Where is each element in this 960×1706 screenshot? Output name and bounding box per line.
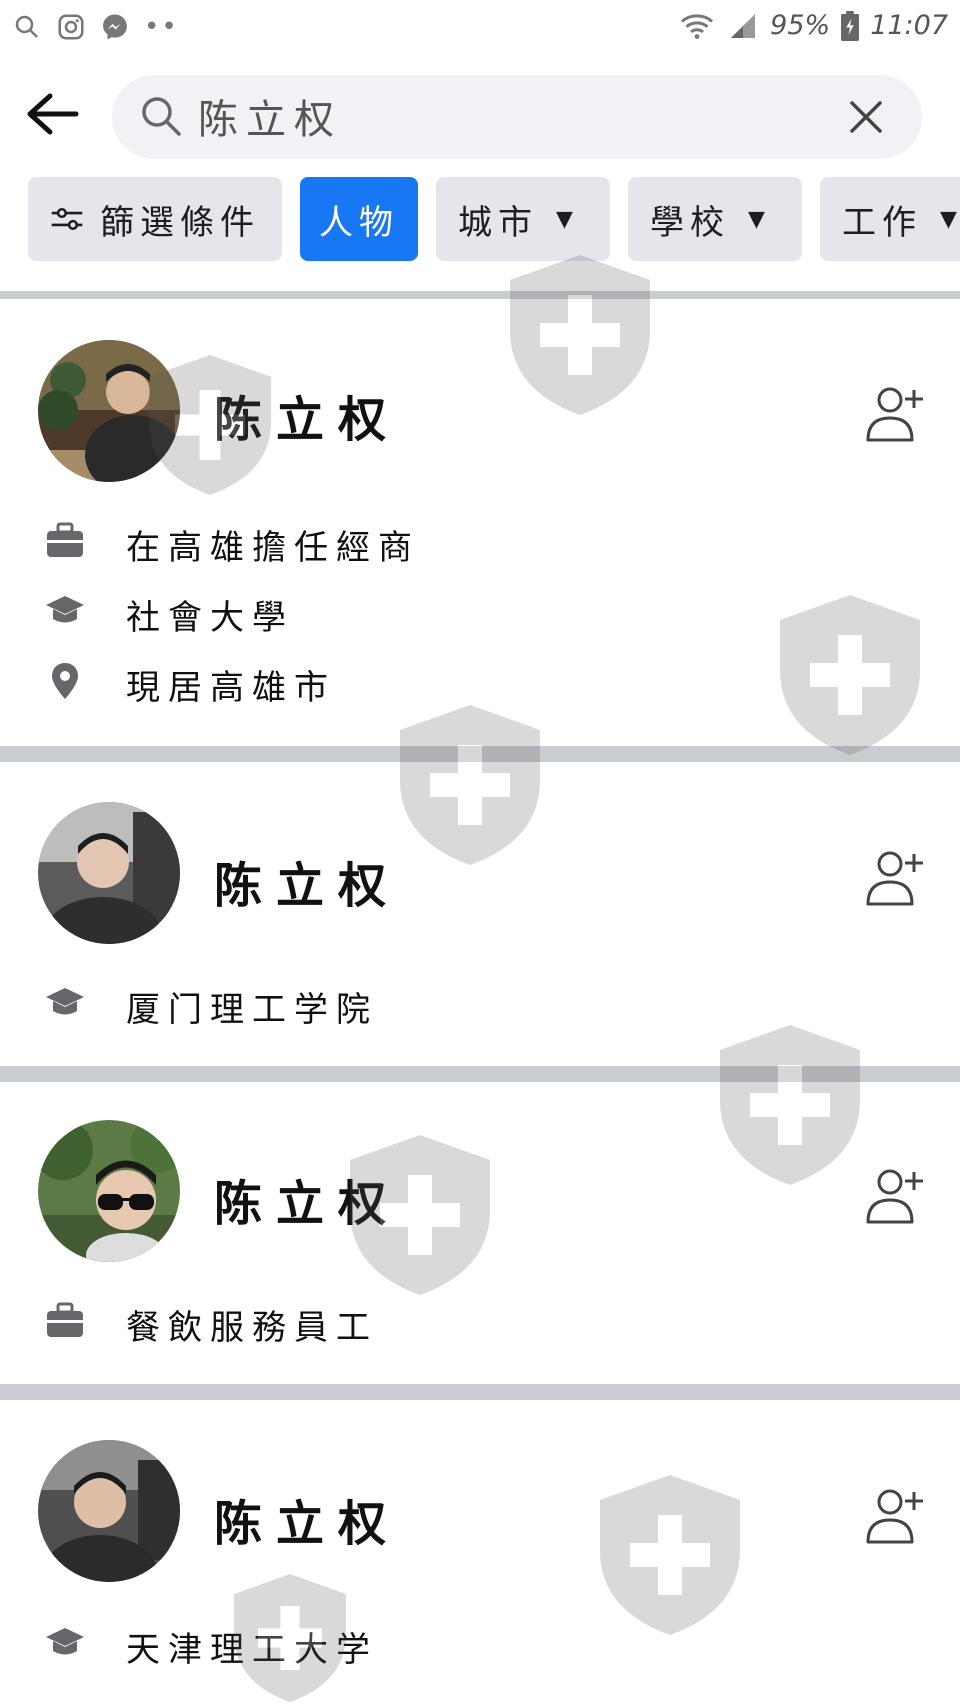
graduation-cap-icon (46, 1628, 84, 1655)
clear-search-button[interactable] (846, 97, 886, 137)
briefcase-icon (47, 1302, 83, 1337)
notification-icons: •• (12, 12, 179, 42)
filter-chips: 篩選條件 人物 城市 ▼ 學校 ▼ 工作 ▼ (28, 177, 960, 263)
instagram-icon (58, 14, 84, 40)
arrow-left-icon (27, 93, 79, 135)
add-friend-button[interactable] (864, 1484, 928, 1548)
add-friend-button[interactable] (864, 1164, 928, 1228)
work-info: 餐飲服務員工 (44, 1296, 370, 1348)
result-name[interactable]: 陈立权 (214, 1164, 400, 1234)
add-friend-button[interactable] (864, 382, 928, 446)
add-friend-icon (866, 1489, 923, 1544)
education-info: 厦门理工学院 (44, 978, 370, 1030)
more-notifications-icon: •• (144, 12, 179, 42)
school-filter-label: 學校 (650, 202, 730, 243)
section-divider (0, 1066, 960, 1082)
section-divider (0, 1384, 960, 1400)
graduation-cap-icon (46, 988, 84, 1015)
tab-people-label: 人物 (319, 202, 399, 243)
signal-icon (731, 13, 756, 38)
result-name[interactable]: 陈立权 (214, 1484, 400, 1554)
location-info: 現居高雄市 (44, 656, 328, 708)
info-text: 社會大學 (126, 598, 294, 638)
avatar[interactable] (38, 1440, 180, 1582)
avatar[interactable] (38, 802, 180, 944)
battery-charging-icon (841, 10, 860, 41)
city-filter-label: 城市 (458, 202, 538, 243)
system-status: 95% 11:07 (678, 10, 948, 41)
graduation-cap-icon (46, 596, 84, 623)
result-name[interactable]: 陈立权 (214, 380, 400, 450)
add-friend-icon (866, 387, 923, 442)
search-result-card[interactable]: 陈立权 厦门理工学院 (0, 762, 960, 1064)
add-friend-icon (866, 1169, 923, 1224)
search-header (0, 72, 960, 164)
education-info: 社會大學 (44, 586, 286, 638)
caret-down-icon: ▼ (748, 206, 771, 232)
search-input[interactable] (198, 93, 798, 139)
tab-people[interactable]: 人物 (300, 177, 418, 261)
school-filter-dropdown[interactable]: 學校 ▼ (628, 177, 802, 261)
search-bar[interactable] (112, 75, 922, 159)
search-icon (142, 97, 181, 136)
back-button[interactable] (24, 90, 86, 146)
messenger-icon (103, 14, 127, 40)
filter-button[interactable]: 篩選條件 (28, 177, 282, 261)
location-pin-icon (52, 663, 78, 699)
add-friend-button[interactable] (864, 846, 928, 910)
info-text: 在高雄擔任經商 (126, 528, 420, 568)
avatar[interactable] (38, 340, 180, 482)
avatar[interactable] (38, 1120, 180, 1262)
city-filter-dropdown[interactable]: 城市 ▼ (436, 177, 610, 261)
search-result-card[interactable]: 陈立权 天津理工大学 (0, 1400, 960, 1706)
info-text: 餐飲服務員工 (126, 1308, 378, 1348)
result-name[interactable]: 陈立权 (214, 846, 400, 916)
info-text: 現居高雄市 (126, 668, 336, 708)
section-divider (0, 291, 960, 299)
work-filter-label: 工作 (842, 202, 922, 243)
status-bar: •• 95% 11:07 (0, 0, 960, 58)
wifi-icon (681, 13, 714, 39)
caret-down-icon: ▼ (556, 206, 579, 232)
briefcase-icon (47, 522, 83, 557)
caret-down-icon: ▼ (940, 206, 960, 232)
work-filter-dropdown[interactable]: 工作 ▼ (820, 177, 960, 261)
clock: 11:07 (870, 10, 948, 41)
section-divider (0, 746, 960, 762)
info-text: 厦门理工学院 (126, 990, 378, 1030)
search-icon (15, 15, 38, 38)
add-friend-icon (866, 851, 923, 906)
education-info: 天津理工大学 (44, 1618, 370, 1670)
work-info: 在高雄擔任經商 (44, 516, 412, 568)
close-icon (850, 101, 882, 133)
battery-percent: 95% (770, 10, 831, 41)
search-result-card[interactable]: 陈立权 在高雄擔任經商 社會大學 現居高雄市 (0, 300, 960, 744)
search-result-card[interactable]: 陈立权 餐飲服務員工 (0, 1082, 960, 1384)
filter-label: 篩選條件 (100, 202, 260, 243)
info-text: 天津理工大学 (126, 1630, 378, 1670)
sliders-icon (51, 207, 83, 231)
